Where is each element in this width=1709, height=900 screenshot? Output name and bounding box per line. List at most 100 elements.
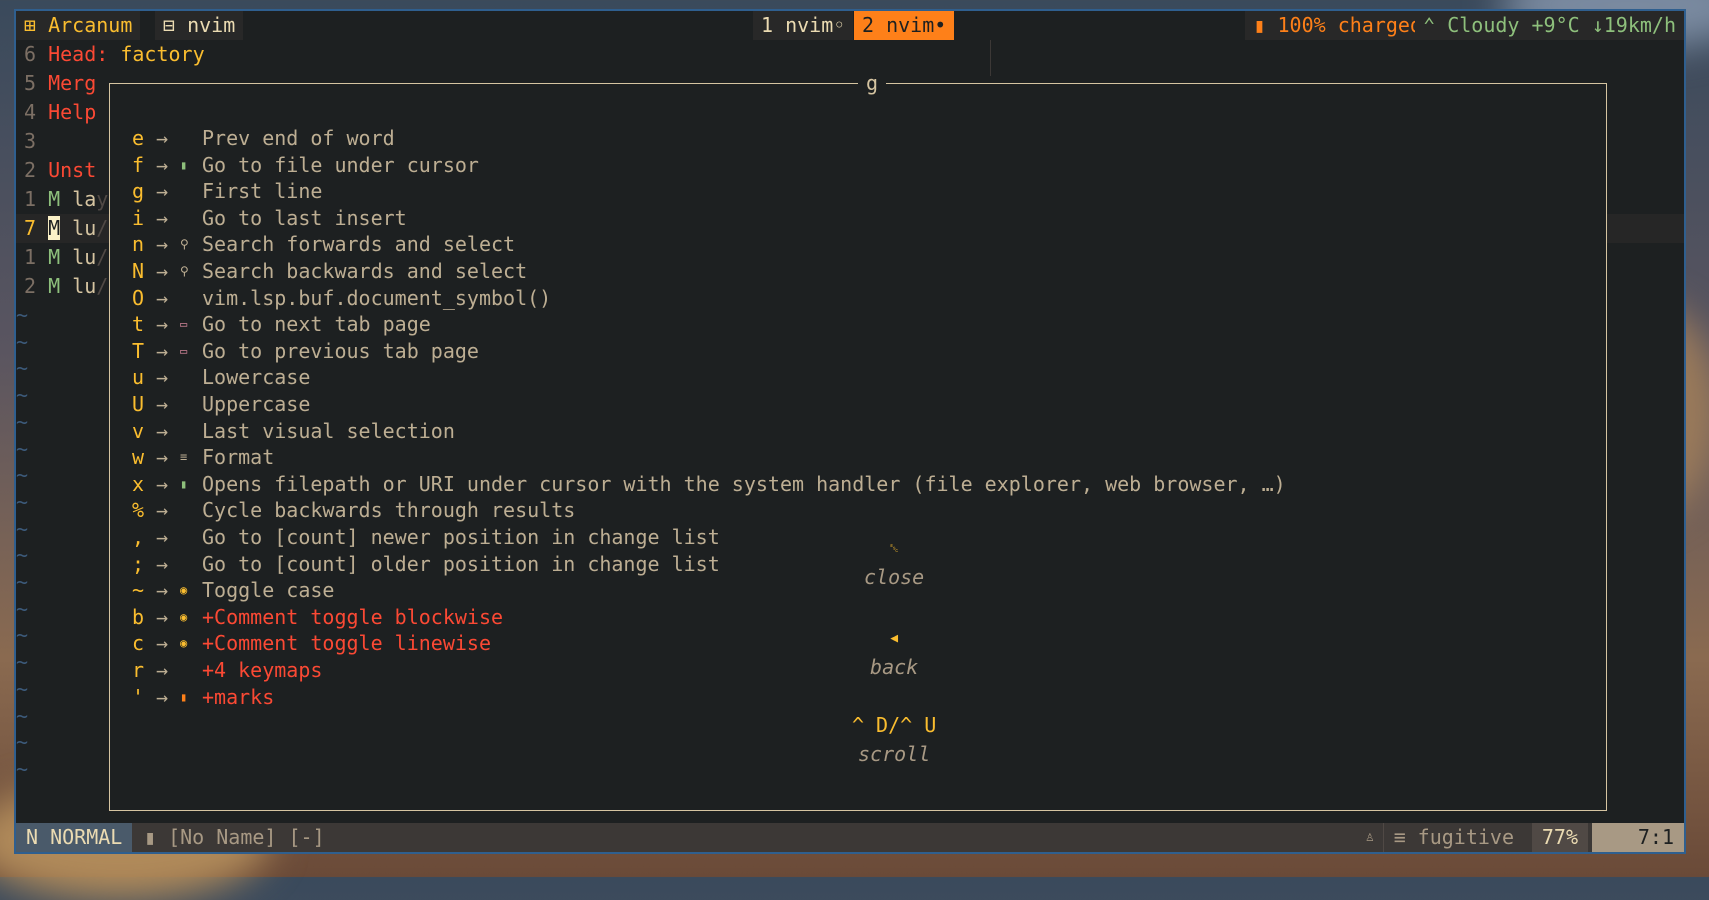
- window-name[interactable]: ⊟ nvim: [155, 11, 244, 40]
- buffer-text: Merg: [48, 71, 97, 95]
- close-hint[interactable]: close: [864, 565, 924, 589]
- line-number: 7: [24, 216, 49, 240]
- scroll-hint[interactable]: scroll: [858, 742, 930, 766]
- scroll-keys: ^ D/^ U: [851, 713, 937, 737]
- arrow-icon: →: [156, 338, 169, 363]
- keymap-description: Go to previous tab page: [202, 338, 479, 363]
- keymap-description: Go to file under cursor: [202, 152, 479, 177]
- window-separator: [990, 40, 991, 76]
- mode-indicator: N NORMAL: [16, 823, 133, 852]
- terminal-window: ⊞ Arcanum ⊟ nvim 1 nvim◦ 2 nvim• ▮ 100% …: [14, 9, 1686, 854]
- arrow-icon: →: [156, 232, 169, 257]
- keymap-description: Last visual selection: [202, 418, 455, 443]
- buffer-line[interactable]: 2 M lu/p: [24, 272, 120, 301]
- keymap-description: Lowercase: [202, 365, 311, 390]
- keymap-key: w: [132, 445, 145, 470]
- keymap-key: U: [132, 392, 145, 416]
- keymap-key: O: [132, 285, 145, 310]
- buffer-text: Help: [48, 100, 97, 124]
- empty-line-tilde: ~: [16, 703, 29, 728]
- search-icon: ⚲: [180, 237, 189, 252]
- buffer-text: factory: [120, 42, 205, 66]
- back-hint[interactable]: back: [870, 655, 918, 679]
- cursor-position: 7:1: [1592, 823, 1684, 852]
- keymap-description: Search backwards and select: [202, 259, 528, 283]
- keymap-key: N: [132, 259, 145, 283]
- empty-line-tilde: ~: [16, 436, 29, 461]
- empty-line-tilde: ~: [16, 383, 29, 408]
- keymap-key: f: [132, 152, 145, 177]
- keymap-description: First line: [202, 179, 323, 204]
- tmux-status-bar: ⊞ Arcanum ⊟ nvim 1 nvim◦ 2 nvim• ▮ 100% …: [16, 11, 1684, 40]
- empty-line-tilde: ~: [16, 596, 29, 621]
- keymap-description: Go to last insert: [202, 205, 407, 230]
- keymap-description: Go to next tab page: [202, 312, 431, 337]
- arrow-icon: →: [156, 285, 169, 310]
- empty-line-tilde: ~: [16, 463, 29, 488]
- line-number: 2: [24, 158, 49, 182]
- file-name: ▮ [No Name] [-]: [144, 825, 325, 849]
- arrow-icon: →: [156, 126, 169, 150]
- file-icon: ▮: [180, 476, 188, 491]
- format-icon: ≡: [180, 450, 188, 465]
- arrow-icon: →: [156, 259, 169, 283]
- arrow-icon: →: [156, 312, 169, 337]
- tab-1[interactable]: 1 nvim◦: [753, 11, 854, 40]
- arrow-icon: →: [156, 392, 169, 416]
- weather-status: ⌃ Cloudy +9°C ↓19km/h: [1415, 11, 1684, 40]
- line-number: 6: [24, 42, 49, 66]
- line-number: 4: [24, 100, 49, 124]
- buffer-text: M: [48, 187, 73, 211]
- keymap-description: Search forwards and select: [202, 232, 516, 257]
- popup-footer: ␛ close ◀ back ^ D/^ U scroll: [110, 502, 1606, 798]
- buffer-line[interactable]: 3: [24, 127, 48, 156]
- buffer-line[interactable]: 6 Head: factory: [24, 40, 205, 69]
- arrow-icon: →: [156, 445, 169, 470]
- buffer-text: la: [72, 187, 97, 211]
- keymap-description: Prev end of word: [202, 126, 395, 150]
- empty-line-tilde: ~: [16, 356, 29, 381]
- lsp-icon: ♙: [1365, 829, 1374, 845]
- tab-icon: ▭: [180, 317, 188, 332]
- keymap-key: g: [132, 179, 145, 204]
- empty-line-tilde: ~: [16, 756, 29, 781]
- empty-line-tilde: ~: [16, 570, 29, 594]
- arrow-icon: →: [156, 418, 169, 443]
- empty-line-tilde: ~: [16, 543, 29, 568]
- keymap-description: Uppercase: [202, 392, 311, 416]
- buffer-line[interactable]: 5 Merg: [24, 69, 96, 98]
- arrow-icon: →: [156, 471, 169, 496]
- line-number: 1: [24, 187, 49, 211]
- empty-line-tilde: ~: [16, 650, 29, 675]
- popup-title: g: [858, 71, 887, 95]
- empty-line-tilde: ~: [16, 730, 29, 755]
- keymap-key: v: [132, 418, 145, 443]
- empty-line-tilde: ~: [16, 329, 29, 354]
- buffer-text: Unst: [48, 158, 97, 182]
- which-key-popup: g e → Prev end of word f → ▮ Go to file under …: [109, 71, 1607, 811]
- buffer-text: lu: [60, 216, 97, 240]
- scroll-percent: 77%: [1531, 823, 1588, 852]
- keymap-key: T: [132, 338, 145, 363]
- empty-line-tilde: ~: [16, 409, 29, 434]
- empty-line-tilde: ~: [16, 676, 29, 701]
- keymap-description: Opens filepath or URI under cursor with …: [202, 471, 1286, 496]
- keymap-key: u: [132, 365, 145, 390]
- tab-2-active[interactable]: 2 nvim•: [854, 11, 955, 40]
- line-number: 1: [24, 245, 49, 269]
- arrow-icon: →: [156, 205, 169, 230]
- buffer-text: M: [48, 245, 73, 269]
- arrow-icon: →: [156, 365, 169, 390]
- empty-line-tilde: ~: [16, 303, 29, 327]
- keymap-description: Format: [202, 445, 275, 470]
- session-name[interactable]: ⊞ Arcanum: [16, 11, 141, 40]
- keymap-description: vim.lsp.buf.document_symbol(): [202, 285, 552, 310]
- nvim-statusline: N NORMAL ▮ [No Name] [-] ♙ ≡ fugitive 77…: [16, 823, 1684, 852]
- tab-icon: ▭: [180, 343, 188, 358]
- arrow-icon: →: [156, 152, 169, 177]
- text-cursor: M: [48, 216, 61, 240]
- keymap-key: n: [132, 232, 145, 257]
- git-branch: ≡ fugitive: [1382, 823, 1524, 852]
- file-icon: ▮: [180, 157, 188, 172]
- line-number: 3: [24, 129, 49, 153]
